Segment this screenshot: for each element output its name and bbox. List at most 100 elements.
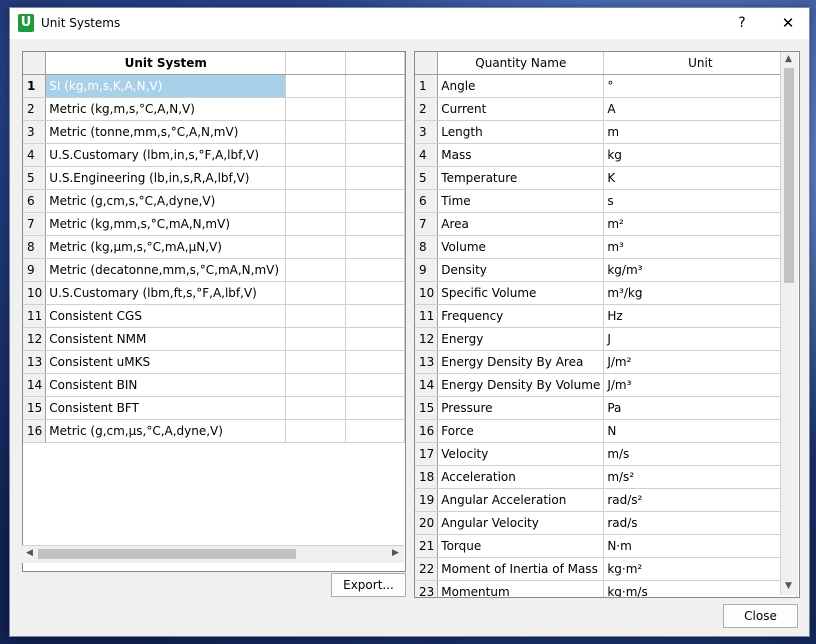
quantity-name-cell[interactable]: Angular Acceleration (437, 488, 605, 512)
close-button[interactable]: Close (723, 604, 798, 628)
table-row[interactable]: 9 Density kg/m³ (415, 258, 798, 282)
table-row[interactable]: 20 Angular Velocity rad/s (415, 511, 798, 535)
quantity-name-cell[interactable]: Energy (437, 327, 605, 351)
unit-cell[interactable]: m/s² (603, 465, 798, 489)
row-number[interactable]: 23 (415, 580, 439, 597)
table-row[interactable]: 8 Volume m³ (415, 235, 798, 259)
export-button[interactable]: Export... (331, 573, 406, 597)
quantity-name-cell[interactable]: Pressure (437, 396, 605, 420)
unit-system-cell[interactable]: Metric (kg,mm,s,°C,mA,N,mV) (45, 212, 287, 236)
quantity-name-cell[interactable]: Frequency (437, 304, 605, 328)
unit-cell[interactable]: rad/s (603, 511, 798, 535)
unit-cell[interactable]: m³/kg (603, 281, 798, 305)
empty-cell[interactable] (345, 304, 405, 328)
quantity-name-cell[interactable]: Area (437, 212, 605, 236)
unit-cell[interactable]: ° (603, 74, 798, 98)
empty-cell[interactable] (345, 281, 405, 305)
empty-cell[interactable] (285, 396, 346, 420)
table-row[interactable]: 3 Metric (tonne,mm,s,°C,A,N,mV) (23, 120, 405, 144)
row-number[interactable]: 4 (415, 143, 439, 167)
unit-cell[interactable]: K (603, 166, 798, 190)
empty-cell[interactable] (285, 166, 346, 190)
quantity-name-cell[interactable]: Specific Volume (437, 281, 605, 305)
row-number[interactable]: 11 (23, 304, 47, 328)
vertical-scrollbar[interactable]: ▲ ▼ (780, 52, 798, 595)
quantity-name-cell[interactable]: Torque (437, 534, 605, 558)
close-icon[interactable]: ✕ (775, 12, 801, 34)
table-row[interactable]: 18 Acceleration m/s² (415, 465, 798, 489)
unit-cell[interactable]: J/m² (603, 350, 798, 374)
empty-cell[interactable] (285, 327, 346, 351)
column-header-empty[interactable] (285, 52, 346, 75)
scroll-down-icon[interactable]: ▼ (785, 581, 792, 591)
table-row[interactable]: 7 Area m² (415, 212, 798, 236)
row-number[interactable]: 11 (415, 304, 439, 328)
scrollbar-thumb[interactable] (784, 68, 794, 283)
row-number[interactable]: 2 (415, 97, 439, 121)
table-row[interactable]: 10 U.S.Customary (lbm,ft,s,°F,A,lbf,V) (23, 281, 405, 305)
empty-cell[interactable] (285, 120, 346, 144)
row-number[interactable]: 15 (23, 396, 47, 420)
row-number[interactable]: 3 (23, 120, 47, 144)
row-number[interactable]: 16 (23, 419, 47, 443)
quantity-name-cell[interactable]: Force (437, 419, 605, 443)
row-number[interactable]: 17 (415, 442, 439, 466)
quantity-name-cell[interactable]: Length (437, 120, 605, 144)
row-number[interactable]: 5 (415, 166, 439, 190)
table-row[interactable]: 10 Specific Volume m³/kg (415, 281, 798, 305)
table-row[interactable]: 11 Consistent CGS (23, 304, 405, 328)
row-number[interactable]: 5 (23, 166, 47, 190)
table-row[interactable]: 11 Frequency Hz (415, 304, 798, 328)
row-number[interactable]: 14 (415, 373, 439, 397)
table-row[interactable]: 7 Metric (kg,mm,s,°C,mA,N,mV) (23, 212, 405, 236)
empty-cell[interactable] (285, 373, 346, 397)
unit-system-cell[interactable]: Metric (kg,m,s,°C,A,N,V) (45, 97, 287, 121)
unit-cell[interactable]: kg·m² (603, 557, 798, 581)
empty-cell[interactable] (345, 396, 405, 420)
empty-cell[interactable] (285, 281, 346, 305)
table-row[interactable]: 14 Consistent BIN (23, 373, 405, 397)
table-row[interactable]: 4 U.S.Customary (lbm,in,s,°F,A,lbf,V) (23, 143, 405, 167)
unit-cell[interactable]: N (603, 419, 798, 443)
unit-system-cell[interactable]: Consistent CGS (45, 304, 287, 328)
unit-system-cell[interactable]: Consistent uMKS (45, 350, 287, 374)
quantity-name-cell[interactable]: Energy Density By Area (437, 350, 605, 374)
table-row[interactable]: 1 Angle ° (415, 74, 798, 98)
unit-system-cell[interactable]: Metric (g,cm,s,°C,A,dyne,V) (45, 189, 287, 213)
unit-cell[interactable]: kg (603, 143, 798, 167)
empty-cell[interactable] (285, 212, 346, 236)
empty-cell[interactable] (285, 143, 346, 167)
unit-system-cell[interactable]: Consistent NMM (45, 327, 287, 351)
empty-cell[interactable] (345, 120, 405, 144)
table-row[interactable]: 2 Current A (415, 97, 798, 121)
table-row[interactable]: 19 Angular Acceleration rad/s² (415, 488, 798, 512)
unit-cell[interactable]: kg·m/s (603, 580, 798, 597)
empty-cell[interactable] (285, 74, 346, 98)
empty-cell[interactable] (285, 419, 346, 443)
table-row[interactable]: 23 Momentum kg·m/s (415, 580, 798, 597)
scroll-left-icon[interactable]: ◀ (26, 548, 33, 558)
table-row[interactable]: 14 Energy Density By Volume J/m³ (415, 373, 798, 397)
row-number[interactable]: 8 (415, 235, 439, 259)
table-row[interactable]: 5 U.S.Engineering (lb,in,s,R,A,lbf,V) (23, 166, 405, 190)
table-row[interactable]: 9 Metric (decatonne,mm,s,°C,mA,N,mV) (23, 258, 405, 282)
empty-cell[interactable] (345, 143, 405, 167)
table-row[interactable]: 8 Metric (kg,μm,s,°C,mA,μN,V) (23, 235, 405, 259)
column-header-quantity-name[interactable]: Quantity Name (437, 52, 605, 75)
empty-cell[interactable] (345, 350, 405, 374)
row-number[interactable]: 9 (23, 258, 47, 282)
row-number[interactable]: 22 (415, 557, 439, 581)
table-row[interactable]: 15 Consistent BFT (23, 396, 405, 420)
unit-system-cell[interactable]: Metric (kg,μm,s,°C,mA,μN,V) (45, 235, 287, 259)
quantity-name-cell[interactable]: Current (437, 97, 605, 121)
unit-cell[interactable]: J/m³ (603, 373, 798, 397)
column-header-empty[interactable] (345, 52, 405, 75)
unit-cell[interactable]: Pa (603, 396, 798, 420)
unit-system-cell[interactable]: U.S.Customary (lbm,ft,s,°F,A,lbf,V) (45, 281, 287, 305)
row-number[interactable]: 12 (23, 327, 47, 351)
unit-cell[interactable]: m/s (603, 442, 798, 466)
row-number[interactable]: 7 (23, 212, 47, 236)
scroll-right-icon[interactable]: ▶ (392, 548, 399, 558)
quantity-name-cell[interactable]: Acceleration (437, 465, 605, 489)
row-number[interactable]: 1 (23, 74, 47, 98)
